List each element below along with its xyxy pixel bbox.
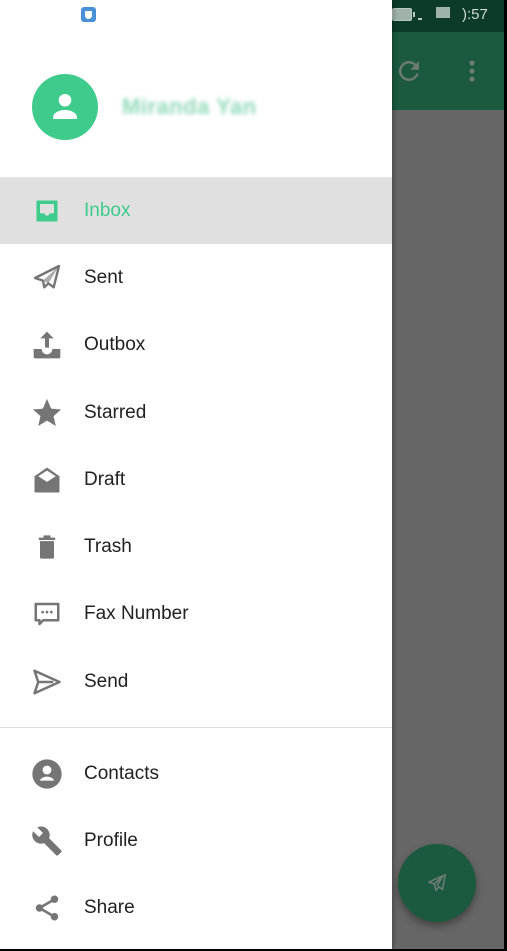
wrench-icon — [30, 824, 64, 858]
menu-item-profile[interactable]: Profile — [0, 807, 392, 874]
person-icon — [53, 93, 77, 119]
refresh-icon — [398, 60, 419, 81]
menu-item-starred[interactable]: Starred — [0, 379, 392, 446]
secondary-menu: Contacts Profile Share — [0, 740, 392, 942]
menu-item-fax-number[interactable]: Fax Number — [0, 581, 392, 648]
menu-label: Contacts — [84, 762, 159, 784]
account-circle-icon — [30, 757, 64, 791]
menu-item-inbox[interactable]: Inbox — [0, 177, 392, 245]
menu-label: Outbox — [84, 334, 146, 356]
menu-item-sent[interactable]: Sent — [0, 244, 392, 311]
open-envelope-icon — [30, 463, 64, 497]
menu-item-share[interactable]: Share — [0, 875, 392, 942]
menu-label: Trash — [84, 536, 132, 558]
compose-fab[interactable] — [398, 844, 476, 922]
menu-label: Inbox — [84, 199, 131, 221]
menu-label: Share — [84, 897, 135, 919]
star-icon — [30, 396, 64, 430]
avatar[interactable] — [32, 74, 98, 140]
shield-icon — [81, 7, 96, 22]
menu-label: Profile — [84, 829, 138, 851]
share-icon — [30, 891, 64, 925]
menu-item-trash[interactable]: Trash — [0, 513, 392, 580]
menu-item-outbox[interactable]: Outbox — [0, 312, 392, 379]
menu-label: Starred — [84, 401, 147, 423]
paper-plane-icon — [30, 261, 64, 295]
more-options-button[interactable] — [462, 56, 482, 86]
inbox-icon — [30, 194, 64, 228]
paper-plane-icon — [427, 873, 447, 892]
menu-item-contacts[interactable]: Contacts — [0, 740, 392, 807]
more-vert-icon — [469, 60, 475, 82]
menu-item-draft[interactable]: Draft — [0, 446, 392, 513]
chat-bubble-icon — [30, 597, 64, 631]
menu-label: Sent — [84, 266, 124, 288]
menu-label: Send — [84, 670, 129, 692]
navigation-drawer: Miranda Yan Inbox Sent Outbox Starred Dr… — [0, 0, 392, 949]
signal-icon — [418, 18, 422, 20]
status-time: ):57 — [462, 6, 488, 23]
menu-label: Draft — [84, 468, 126, 490]
trash-icon — [30, 530, 64, 564]
menu-item-send[interactable]: Send — [0, 648, 392, 715]
battery-icon — [392, 8, 415, 21]
menu-divider — [0, 727, 392, 728]
send-icon — [30, 665, 64, 699]
user-name: Miranda Yan — [122, 94, 257, 119]
main-menu: Inbox Sent Outbox Starred Draft Trash Fa… — [0, 177, 392, 715]
refresh-button[interactable] — [394, 56, 424, 86]
menu-label: Fax Number — [84, 603, 189, 625]
upload-tray-icon — [30, 328, 64, 362]
notification-icon — [436, 7, 450, 18]
